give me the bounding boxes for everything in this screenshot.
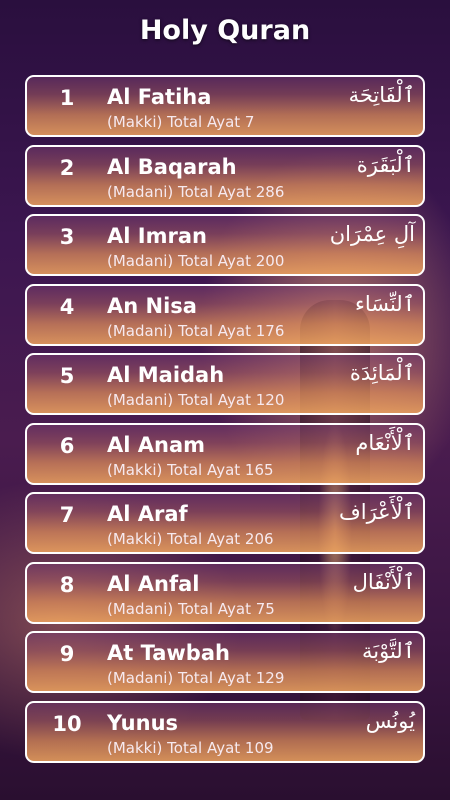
surah-info: (Madani) Total Ayat 75 bbox=[107, 599, 275, 618]
surah-arabic-name: ٱلْأَنْفَال bbox=[352, 569, 415, 594]
surah-name: Al Araf bbox=[107, 502, 188, 526]
surah-item[interactable]: 4 An Nisa (Madani) Total Ayat 176 ٱلنِّس… bbox=[25, 283, 425, 346]
surah-info: (Madani) Total Ayat 286 bbox=[107, 182, 285, 201]
surah-arabic-name: ٱلنِّسَاء bbox=[354, 291, 415, 316]
surah-number: 5 bbox=[59, 364, 75, 388]
surah-info: (Makki) Total Ayat 109 bbox=[107, 738, 274, 757]
surah-number: 6 bbox=[59, 433, 75, 458]
surah-arabic-name: ٱلْأَنْعَام bbox=[355, 430, 415, 455]
surah-number: 8 bbox=[59, 572, 75, 597]
surah-arabic-name: ٱلتَّوْبَة bbox=[362, 639, 415, 663]
surah-info: (Madani) Total Ayat 129 bbox=[107, 669, 285, 687]
surah-name: Al Fatiha bbox=[107, 85, 212, 109]
surah-info: (Madani) Total Ayat 200 bbox=[107, 252, 285, 270]
surah-number: 9 bbox=[59, 642, 75, 666]
surah-item[interactable]: 5 Al Maidah (Madani) Total Ayat 120 ٱلْم… bbox=[25, 353, 425, 415]
surah-item[interactable]: 8 Al Anfal (Madani) Total Ayat 75 ٱلْأَن… bbox=[25, 561, 425, 624]
surah-number: 3 bbox=[59, 225, 75, 249]
surah-list: 1 Al Fatiha (Makki) Total Ayat 7 ٱلْفَات… bbox=[25, 75, 425, 770]
page-title: Holy Quran bbox=[139, 14, 311, 46]
surah-item[interactable]: 3 Al Imran (Madani) Total Ayat 200 آلِ ع… bbox=[25, 214, 425, 276]
surah-item[interactable]: 2 Al Baqarah (Madani) Total Ayat 286 ٱلْ… bbox=[25, 144, 425, 207]
surah-arabic-name: آلِ عِمْرَان bbox=[329, 222, 415, 246]
surah-info: (Makki) Total Ayat 165 bbox=[107, 460, 274, 479]
surah-name: Al Baqarah bbox=[107, 154, 237, 179]
surah-item[interactable]: 6 Al Anam (Makki) Total Ayat 165 ٱلْأَنْ… bbox=[25, 422, 425, 485]
surah-arabic-name: ٱلْبَقَرَة bbox=[356, 152, 415, 177]
surah-name: An Nisa bbox=[107, 293, 197, 318]
surah-item[interactable]: 1 Al Fatiha (Makki) Total Ayat 7 ٱلْفَات… bbox=[25, 75, 425, 137]
surah-name: Yunus bbox=[107, 710, 179, 735]
surah-name: Al Maidah bbox=[107, 363, 225, 387]
surah-info: (Madani) Total Ayat 176 bbox=[107, 321, 285, 340]
surah-info: (Makki) Total Ayat 206 bbox=[107, 530, 274, 548]
surah-item[interactable]: 9 At Tawbah (Madani) Total Ayat 129 ٱلتَ… bbox=[25, 631, 425, 693]
surah-name: Al Imran bbox=[107, 224, 207, 248]
surah-number: 4 bbox=[59, 294, 75, 319]
surah-item[interactable]: 7 Al Araf (Makki) Total Ayat 206 ٱلْأَعْ… bbox=[25, 492, 425, 554]
surah-number: 2 bbox=[59, 155, 75, 180]
app-header: Holy Quran bbox=[0, 0, 450, 60]
surah-name: Al Anam bbox=[107, 432, 206, 457]
surah-arabic-name: ٱلْأَعْرَاف bbox=[338, 500, 415, 524]
surah-number: 10 bbox=[52, 711, 82, 736]
surah-info: (Makki) Total Ayat 7 bbox=[107, 113, 255, 131]
surah-arabic-name: يُونُس bbox=[365, 708, 415, 733]
surah-name: At Tawbah bbox=[107, 641, 230, 665]
surah-number: 1 bbox=[59, 86, 75, 110]
surah-info: (Madani) Total Ayat 120 bbox=[107, 391, 285, 409]
surah-arabic-name: ٱلْفَاتِحَة bbox=[348, 83, 415, 107]
surah-item[interactable]: 10 Yunus (Makki) Total Ayat 109 يُونُس bbox=[25, 700, 425, 763]
surah-arabic-name: ٱلْمَائِدَة bbox=[349, 361, 415, 385]
surah-number: 7 bbox=[59, 503, 75, 527]
surah-name: Al Anfal bbox=[107, 571, 200, 596]
